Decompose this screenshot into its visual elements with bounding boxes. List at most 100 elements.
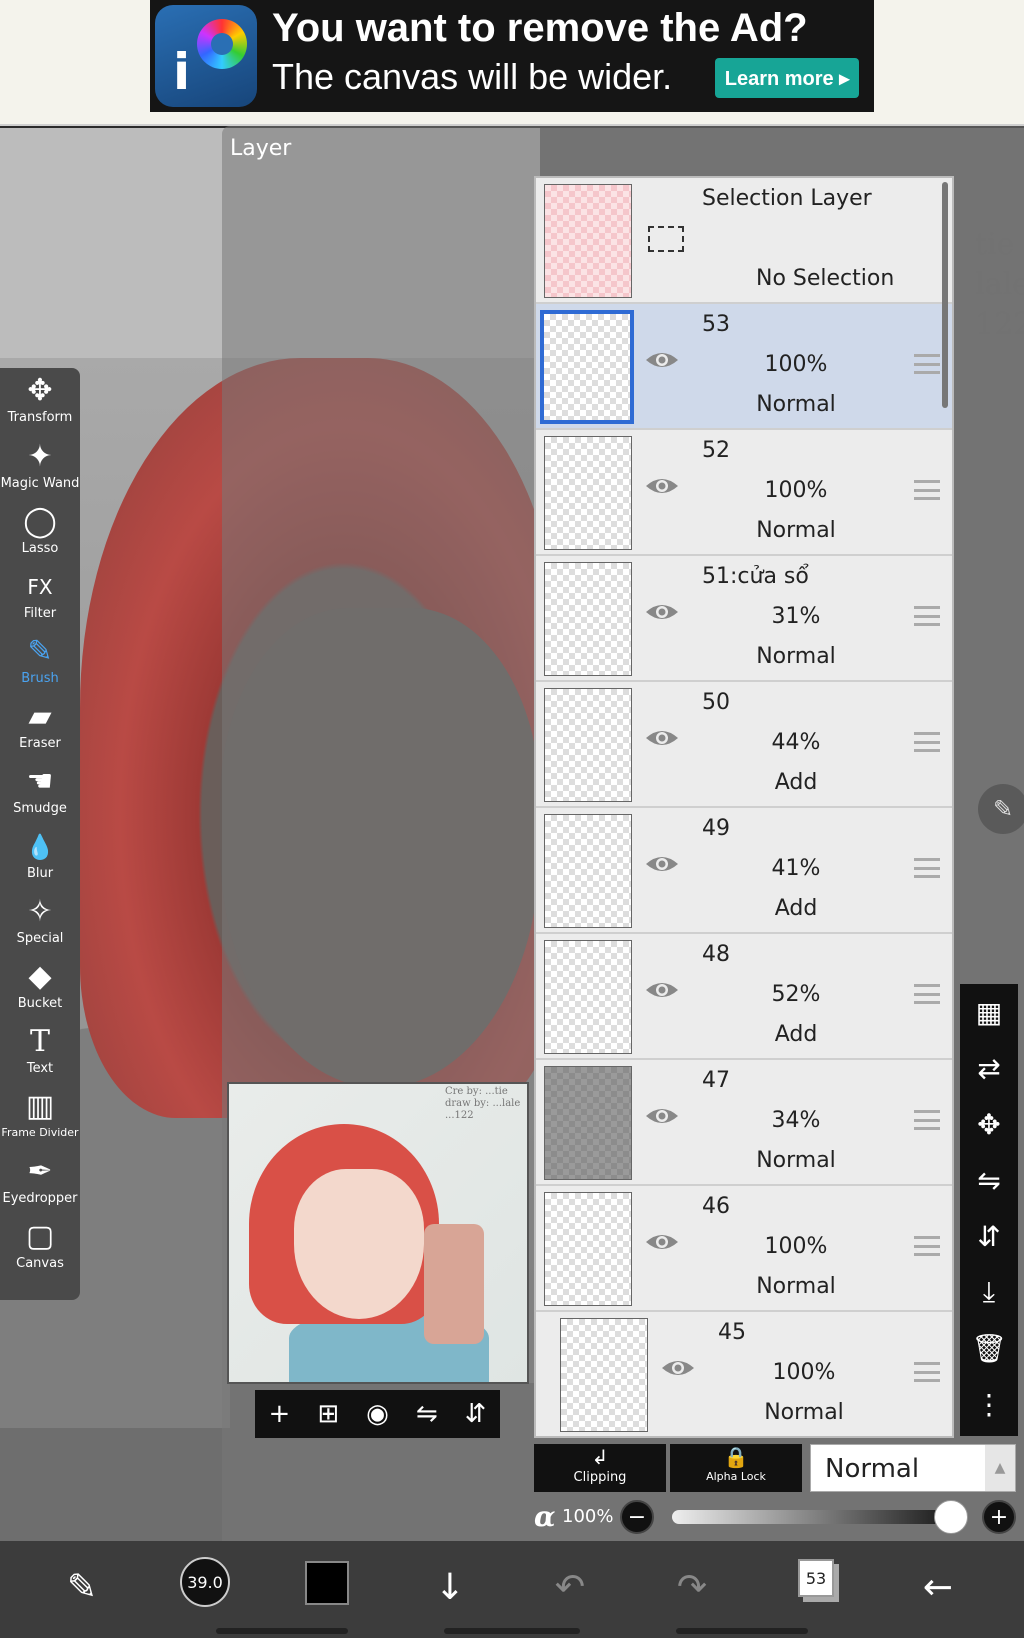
delete-layer-icon[interactable]: 🗑 (960, 1320, 1018, 1376)
opacity-decrease-button[interactable]: − (620, 1500, 654, 1534)
drag-handle-icon[interactable] (914, 480, 940, 500)
tool-lasso[interactable]: ◯ Lasso (0, 503, 80, 567)
tool-canvas[interactable]: ▢ Canvas (0, 1218, 80, 1282)
tool-brush[interactable]: ✎ Brush (0, 633, 80, 697)
tool-label: Blur (26, 866, 54, 881)
redo-icon[interactable]: ↷ (662, 1557, 722, 1617)
layer-list-scrollbar[interactable] (942, 182, 948, 408)
drag-handle-icon[interactable] (914, 1236, 940, 1256)
undo-icon[interactable]: ↶ (540, 1557, 600, 1617)
visibility-eye-icon[interactable] (644, 1104, 680, 1128)
layer-thumbnail (544, 184, 632, 298)
tool-label: Eyedropper (2, 1191, 78, 1206)
drag-handle-icon[interactable] (914, 1110, 940, 1130)
flip-vertical-icon[interactable]: ⇵ (465, 1399, 487, 1429)
tool-filter[interactable]: FX Filter (0, 568, 80, 632)
layer-name: 45 (718, 1320, 746, 1345)
camera-icon[interactable]: ◉ (366, 1399, 389, 1429)
tool-special[interactable]: ✧ Special (0, 893, 80, 957)
selection-layer-row[interactable]: Selection Layer No Selection (536, 178, 952, 304)
transparency-checker-icon[interactable]: ▦ (960, 984, 1018, 1040)
tool-blur[interactable]: 💧 Blur (0, 828, 80, 892)
visibility-eye-icon[interactable] (644, 600, 680, 624)
layers-button[interactable]: 53 (798, 1559, 834, 1597)
layer-row[interactable]: 48 52% Add (536, 934, 952, 1060)
layer-row[interactable]: 51:cửa sổ 31% Normal (536, 556, 952, 682)
layer-row[interactable]: 50 44% Add (536, 682, 952, 808)
alpha-lock-button[interactable]: 🔒 Alpha Lock (670, 1444, 802, 1492)
layer-row[interactable]: 47 34% Normal (536, 1060, 952, 1186)
layer-thumbnail (544, 940, 632, 1054)
add-layer-box-icon[interactable]: ⊞ (317, 1399, 339, 1429)
back-arrow-icon[interactable]: ← (908, 1557, 968, 1617)
color-swatch[interactable] (305, 1561, 349, 1605)
layer-name: 51:cửa sổ (702, 564, 809, 589)
visibility-eye-icon[interactable] (644, 978, 680, 1002)
clipping-button[interactable]: ↲ Clipping (534, 1444, 666, 1492)
layer-blend-mode: Add (774, 770, 818, 795)
blend-mode-select[interactable]: Normal ▲ (810, 1444, 1016, 1492)
canvas-preview[interactable]: Cre by: ...tie draw by: ...lale ...122 (227, 1082, 529, 1384)
layer-row[interactable]: 49 41% Add (536, 808, 952, 934)
visibility-eye-icon[interactable] (644, 852, 680, 876)
layer-thumbnail (560, 1318, 648, 1432)
drag-handle-icon[interactable] (914, 1362, 940, 1382)
down-arrow-icon[interactable]: ↓ (420, 1557, 480, 1617)
layer-row[interactable]: 46 100% Normal (536, 1186, 952, 1312)
tool-frame-divider[interactable]: ▥ Frame Divider (0, 1088, 80, 1152)
tool-smudge[interactable]: ☚ Smudge (0, 763, 80, 827)
tool-label: Eraser (19, 736, 61, 751)
layer-blend-mode: Normal (756, 1148, 836, 1173)
nav-indicator (676, 1628, 808, 1634)
layer-row[interactable]: 53 100% Normal (536, 304, 952, 430)
tool-label: Canvas (16, 1256, 64, 1271)
visibility-eye-icon[interactable] (660, 1356, 696, 1380)
drag-handle-icon[interactable] (914, 858, 940, 878)
tool-eyedropper[interactable]: ✒ Eyedropper (0, 1153, 80, 1217)
pen-quick-icon[interactable]: ✎ (978, 784, 1024, 834)
layer-opacity: 52% (771, 982, 821, 1007)
opacity-slider[interactable] (672, 1510, 962, 1524)
ad-banner[interactable]: i You want to remove the Ad? The canvas … (150, 0, 874, 112)
more-options-icon[interactable]: ⋮ (960, 1376, 1018, 1432)
visibility-eye-icon[interactable] (644, 1230, 680, 1254)
ad-subtitle: The canvas will be wider. (272, 56, 673, 97)
opacity-slider-knob[interactable] (934, 1500, 968, 1534)
learn-more-button[interactable]: Learn more ▸ (715, 58, 859, 98)
tool-label: Brush (21, 671, 59, 686)
drag-handle-icon[interactable] (914, 354, 940, 374)
drag-handle-icon[interactable] (914, 606, 940, 626)
flip-horizontal-icon[interactable]: ⇋ (416, 1399, 438, 1429)
layer-row[interactable]: 52 100% Normal (536, 430, 952, 556)
tool-transform[interactable]: ✥ Transform (0, 372, 80, 436)
rotate-layer-icon[interactable]: ⇵ (960, 1208, 1018, 1264)
tool-label: Text (26, 1061, 54, 1076)
add-layer-icon[interactable]: + (269, 1399, 291, 1429)
tool-bucket[interactable]: ◆ Bucket (0, 958, 80, 1022)
alpha-lock-icon: 🔒 (723, 1445, 749, 1469)
tool-label: Bucket (17, 996, 63, 1011)
layer-blend-mode: Normal (756, 644, 836, 669)
move-layer-icon[interactable]: ✥ (960, 1096, 1018, 1152)
visibility-eye-icon[interactable] (644, 474, 680, 498)
flip-layer-icon[interactable]: ⇋ (960, 1152, 1018, 1208)
opacity-increase-button[interactable]: + (982, 1500, 1016, 1534)
layer-swap-icon[interactable]: ⇄ (960, 1040, 1018, 1096)
layer-row[interactable]: 45 100% Normal (536, 1312, 952, 1436)
layer-blend-mode: Normal (764, 1400, 844, 1425)
selection-rect-icon (648, 226, 684, 252)
drag-handle-icon[interactable] (914, 984, 940, 1004)
tool-text[interactable]: T Text (0, 1023, 80, 1087)
tool-magic-wand[interactable]: ✦ Magic Wand (0, 438, 80, 502)
visibility-eye-icon[interactable] (644, 348, 680, 372)
layer-blend-mode: Normal (756, 1274, 836, 1299)
drag-handle-icon[interactable] (914, 732, 940, 752)
brush-size-indicator[interactable]: 39.0 (180, 1557, 230, 1607)
quick-tools-icon[interactable]: ✎ (52, 1557, 112, 1617)
clipping-icon: ↲ (591, 1445, 609, 1469)
layer-thumbnail (544, 1066, 632, 1180)
layer-list[interactable]: Selection Layer No Selection 53 100% Norma… (534, 176, 954, 1438)
visibility-eye-icon[interactable] (644, 726, 680, 750)
tool-eraser[interactable]: ▰ Eraser (0, 698, 80, 762)
merge-down-icon[interactable]: ⤓ (960, 1264, 1018, 1320)
